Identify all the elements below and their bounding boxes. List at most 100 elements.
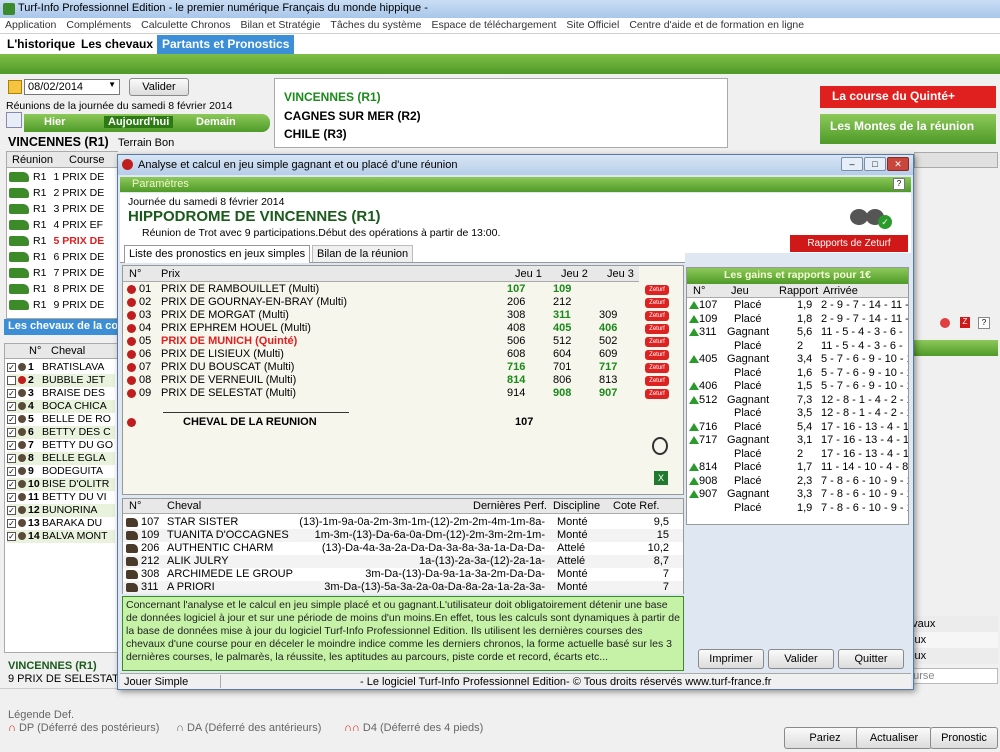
horse-analysis-row[interactable]: 311 A PRIORI 3m-Da-(13)-5a-3a-2a-0a-Da-8a-…: [123, 581, 683, 594]
pronostic-button[interactable]: Pronostic: [930, 727, 998, 749]
menu-item[interactable]: Tâches du système: [325, 18, 426, 32]
horse-checkbox[interactable]: ✓: [7, 362, 16, 372]
pronostic-row[interactable]: 08 PRIX DE VERNEUIL (Multi) 814 806 813: [123, 374, 639, 387]
gains-row[interactable]: 907 Gagnant 3,3 7 - 8 - 6 - 10 - 9 - 1: [687, 488, 908, 501]
quinte-button[interactable]: La course du Quinté+: [820, 86, 996, 108]
horse-row[interactable]: ✓ 9 BODEGUITA: [7, 465, 115, 478]
horse-checkbox[interactable]: ✓: [7, 414, 16, 424]
horse-checkbox[interactable]: ✓: [7, 505, 16, 515]
tab-bilan[interactable]: Bilan de la réunion: [312, 245, 414, 262]
date-select[interactable]: 08/02/2014 ▼: [24, 79, 120, 95]
gains-row[interactable]: 109 Placé 1,8 2 - 9 - 7 - 14 - 11 -: [687, 313, 908, 326]
horse-row[interactable]: ✓ 10 BISE D'OLITR: [7, 478, 115, 491]
params-label[interactable]: Paramètres: [132, 178, 189, 190]
dialog-validate-button[interactable]: Valider: [768, 649, 834, 669]
montes-button[interactable]: Les Montes de la réunion: [820, 114, 996, 144]
pronostic-row[interactable]: 05 PRIX DE MUNICH (Quinté) 506 512 502: [123, 335, 639, 348]
help-icon[interactable]: ?: [978, 317, 990, 329]
reunion-item-r2[interactable]: CAGNES SUR MER (R2): [284, 109, 421, 123]
menu-item[interactable]: Bilan et Stratégie: [235, 18, 325, 32]
horse-row[interactable]: ✓ 6 BETTY DES C: [7, 426, 115, 439]
menu-item[interactable]: Centre d'aide et de formation en ligne: [624, 18, 809, 32]
quit-button[interactable]: Quitter: [838, 649, 904, 669]
horse-row[interactable]: ✓ 7 BETTY DU GO: [7, 439, 115, 452]
gains-row[interactable]: 814 Placé 1,7 11 - 14 - 10 - 4 - 8 -: [687, 461, 908, 474]
zeturf-badge-icon[interactable]: Zeturf: [645, 298, 669, 308]
gains-row[interactable]: 717 Gagnant 3,1 17 - 16 - 13 - 4 - 15: [687, 434, 908, 447]
reunion-item-r1[interactable]: VINCENNES (R1): [284, 90, 381, 104]
today-button[interactable]: Aujourd'hui: [104, 116, 174, 128]
menu-item[interactable]: Espace de téléchargement: [426, 18, 561, 32]
horse-checkbox[interactable]: ✓: [7, 531, 16, 541]
gains-row[interactable]: Placé 1,9 7 - 8 - 6 - 10 - 9 - 1: [687, 502, 908, 515]
horse-analysis-row[interactable]: 107 STAR SISTER (13)-1m-9a-0a-2m-3m-1m-(12…: [123, 516, 683, 529]
race-row[interactable]: R1 8 PRIX DE: [9, 283, 109, 299]
horse-checkbox[interactable]: ✓: [7, 466, 16, 476]
pronostic-row[interactable]: 09 PRIX DE SELESTAT (Multi) 914 908 907: [123, 387, 639, 400]
menu-item[interactable]: Site Officiel: [561, 18, 624, 32]
horse-checkbox[interactable]: [7, 375, 16, 385]
pronostic-row[interactable]: 01 PRIX DE RAMBOUILLET (Multi) 107 109: [123, 283, 639, 296]
horse-checkbox[interactable]: ✓: [7, 518, 16, 528]
pronostic-row[interactable]: 04 PRIX EPHREM HOUEL (Multi) 408 405 406: [123, 322, 639, 335]
reunion-item-r3[interactable]: CHILE (R3): [284, 127, 347, 141]
maximize-button[interactable]: □: [864, 157, 886, 171]
race-row[interactable]: R1 2 PRIX DE: [9, 187, 109, 203]
calendar-small-icon[interactable]: [6, 112, 22, 128]
race-row[interactable]: R1 6 PRIX DE: [9, 251, 109, 267]
zeturf-icon[interactable]: Z: [960, 317, 970, 328]
close-button[interactable]: ✕: [887, 157, 909, 171]
tab-starters[interactable]: Partants et Pronostics: [157, 35, 295, 54]
rapports-zeturf-button[interactable]: Rapports de Zeturf: [790, 235, 908, 252]
date-validate-button[interactable]: Valider: [129, 78, 189, 96]
zeturf-badge-icon[interactable]: Zeturf: [645, 389, 669, 399]
horse-row[interactable]: ✓ 3 BRAISE DES: [7, 387, 115, 400]
horse-checkbox[interactable]: ✓: [7, 440, 16, 450]
tab-history[interactable]: L'historique: [2, 35, 80, 54]
horse-row[interactable]: ✓ 4 BOCA CHICA: [7, 400, 115, 413]
race-row[interactable]: R1 7 PRIX DE: [9, 267, 109, 283]
gains-row[interactable]: 311 Gagnant 5,6 11 - 5 - 4 - 3 - 6 -: [687, 326, 908, 339]
gains-row[interactable]: 406 Placé 1,5 5 - 7 - 6 - 9 - 10 - 1: [687, 380, 908, 393]
menu-item[interactable]: Application: [0, 18, 61, 32]
horse-row[interactable]: 2 BUBBLE JET: [7, 374, 115, 387]
gains-row[interactable]: Placé 1,6 5 - 7 - 6 - 9 - 10 - 1: [687, 367, 908, 380]
zeturf-badge-icon[interactable]: Zeturf: [645, 363, 669, 373]
pronostic-row[interactable]: 06 PRIX DE LISIEUX (Multi) 608 604 609: [123, 348, 639, 361]
tab-pronostics[interactable]: Liste des pronostics en jeux simples: [124, 245, 311, 263]
actualiser-button[interactable]: Actualiser: [856, 727, 932, 749]
alert-icon[interactable]: [940, 318, 950, 328]
horse-row[interactable]: ✓ 12 BUNORINA: [7, 504, 115, 517]
horse-checkbox[interactable]: ✓: [7, 401, 16, 411]
gains-row[interactable]: Placé 3,5 12 - 8 - 1 - 4 - 2 - 1: [687, 407, 908, 420]
gains-row[interactable]: 405 Gagnant 3,4 5 - 7 - 6 - 9 - 10 - 1: [687, 353, 908, 366]
horse-row[interactable]: ✓ 8 BELLE EGLA: [7, 452, 115, 465]
zeturf-badge-icon[interactable]: Zeturf: [645, 376, 669, 386]
horse-row[interactable]: ✓ 1 BRATISLAVA: [7, 361, 115, 374]
horse-analysis-row[interactable]: 109 TUANITA D'OCCAGNES 1m-3m-(13)-Da-6a-0a…: [123, 529, 683, 542]
gains-row[interactable]: 716 Placé 5,4 17 - 16 - 13 - 4 - 15: [687, 421, 908, 434]
horse-checkbox[interactable]: ✓: [7, 453, 16, 463]
yesterday-button[interactable]: Hier: [44, 116, 65, 128]
pariez-button[interactable]: Pariez: [784, 727, 866, 749]
gains-row[interactable]: Placé 2 17 - 16 - 13 - 4 - 15: [687, 448, 908, 461]
menu-item[interactable]: Compléments: [61, 18, 136, 32]
gains-row[interactable]: 512 Gagnant 7,3 12 - 8 - 1 - 4 - 2 - 1: [687, 394, 908, 407]
race-row[interactable]: R1 1 PRIX DE: [9, 171, 109, 187]
race-row[interactable]: R1 9 PRIX DE: [9, 299, 109, 315]
horse-checkbox[interactable]: ✓: [7, 427, 16, 437]
zeturf-badge-icon[interactable]: Zeturf: [645, 337, 669, 347]
horse-checkbox[interactable]: ✓: [7, 479, 16, 489]
race-row[interactable]: R1 3 PRIX DE: [9, 203, 109, 219]
zeturf-badge-icon[interactable]: Zeturf: [645, 324, 669, 334]
horse-row[interactable]: ✓ 5 BELLE DE RO: [7, 413, 115, 426]
tomorrow-button[interactable]: Demain: [196, 116, 236, 128]
horse-analysis-row[interactable]: 212 ALIK JULRY 1a-(13)-2a-3a-(12)-2a-1a- At…: [123, 555, 683, 568]
horse-row[interactable]: ✓ 11 BETTY DU VI: [7, 491, 115, 504]
minimize-button[interactable]: ‒: [841, 157, 863, 171]
horse-row[interactable]: ✓ 14 BALVA MONT: [7, 530, 115, 543]
race-row[interactable]: R1 5 PRIX DE: [9, 235, 109, 251]
pronostic-row[interactable]: 07 PRIX DU BOUSCAT (Multi) 716 701 717: [123, 361, 639, 374]
horse-analysis-row[interactable]: 206 AUTHENTIC CHARM (13)-Da-4a-3a-2a-Da-Da…: [123, 542, 683, 555]
zeturf-badge-icon[interactable]: Zeturf: [645, 311, 669, 321]
